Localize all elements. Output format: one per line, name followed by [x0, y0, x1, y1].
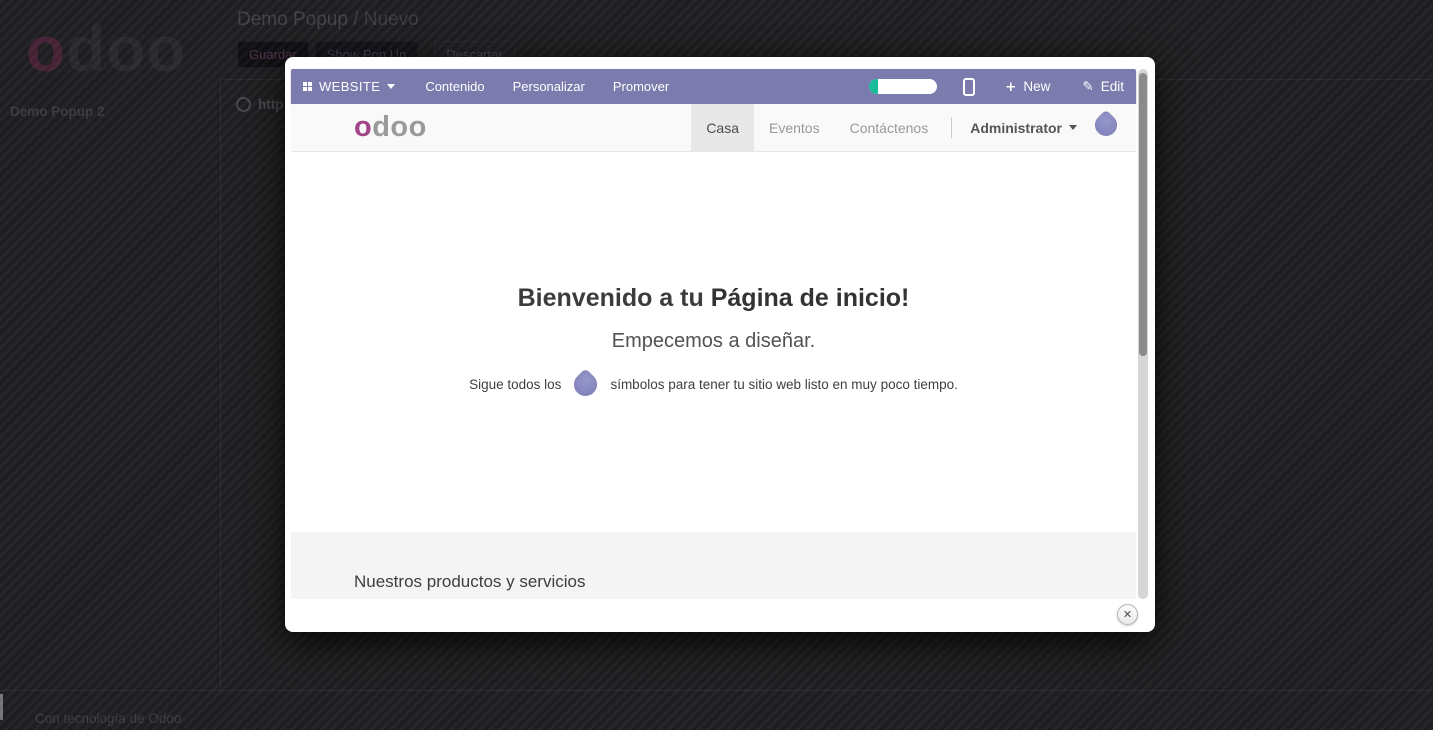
site-navbar: odoo Casa Eventos Contáctenos Administra… [291, 104, 1136, 152]
tour-drop-icon [570, 368, 603, 401]
toolbar-right-group: + New ✎ Edit [869, 78, 1124, 96]
modal-content: WEBSITE Contenido Personalizar Promover … [291, 69, 1148, 599]
modal-footer: ✕ [291, 599, 1148, 632]
mobile-preview-icon[interactable] [963, 78, 975, 96]
nav-tab-eventos[interactable]: Eventos [754, 104, 835, 151]
hero-hint: Sigue todos los símbolos para tener tu s… [291, 373, 1136, 396]
products-section: Nuestros productos y servicios [291, 532, 1136, 599]
hint-text-before: Sigue todos los [469, 377, 561, 392]
menu-contenido[interactable]: Contenido [425, 79, 484, 94]
website-preview-modal: WEBSITE Contenido Personalizar Promover … [285, 57, 1155, 632]
website-menu[interactable]: WEBSITE [303, 79, 395, 94]
website-toolbar: WEBSITE Contenido Personalizar Promover … [291, 69, 1136, 104]
hint-text-after: símbolos para tener tu sitio web listo e… [610, 377, 957, 392]
hero-title: Bienvenido a tu Página de inicio! [291, 284, 1136, 313]
grid-icon [303, 82, 312, 91]
scrollbar-thumb[interactable] [1139, 73, 1147, 356]
edit-button[interactable]: ✎ Edit [1082, 79, 1124, 95]
site-nav-tabs: Casa Eventos Contáctenos Administrator [691, 104, 1136, 151]
hero-subtitle: Empecemos a diseñar. [291, 330, 1136, 353]
caret-down-icon [1069, 125, 1077, 130]
nav-tab-casa[interactable]: Casa [691, 104, 754, 151]
progress-fill [869, 79, 878, 94]
user-menu-label: Administrator [970, 120, 1062, 136]
new-button-label: New [1023, 79, 1050, 94]
menu-promover[interactable]: Promover [613, 79, 669, 94]
modal-scrollbar[interactable] [1138, 69, 1148, 599]
nav-tab-contactenos[interactable]: Contáctenos [835, 104, 944, 151]
pencil-icon: ✎ [1082, 79, 1093, 95]
site-logo[interactable]: odoo [354, 111, 427, 144]
close-icon: ✕ [1123, 608, 1132, 621]
homepage-hero: Bienvenido a tu Página de inicio! Empece… [291, 152, 1136, 532]
user-menu-administrator[interactable]: Administrator [960, 104, 1087, 151]
nav-separator [951, 117, 952, 138]
close-button[interactable]: ✕ [1117, 604, 1138, 625]
caret-down-icon [387, 84, 395, 89]
tour-drop-icon[interactable] [1090, 109, 1121, 140]
menu-personalizar[interactable]: Personalizar [513, 79, 585, 94]
edit-button-label: Edit [1101, 79, 1124, 94]
products-section-title: Nuestros productos y servicios [354, 572, 585, 591]
website-preview: WEBSITE Contenido Personalizar Promover … [291, 69, 1136, 599]
progress-input[interactable] [869, 79, 937, 94]
website-menu-label: WEBSITE [319, 79, 380, 94]
new-page-button[interactable]: + New [1005, 79, 1050, 95]
plus-icon: + [1005, 79, 1016, 95]
